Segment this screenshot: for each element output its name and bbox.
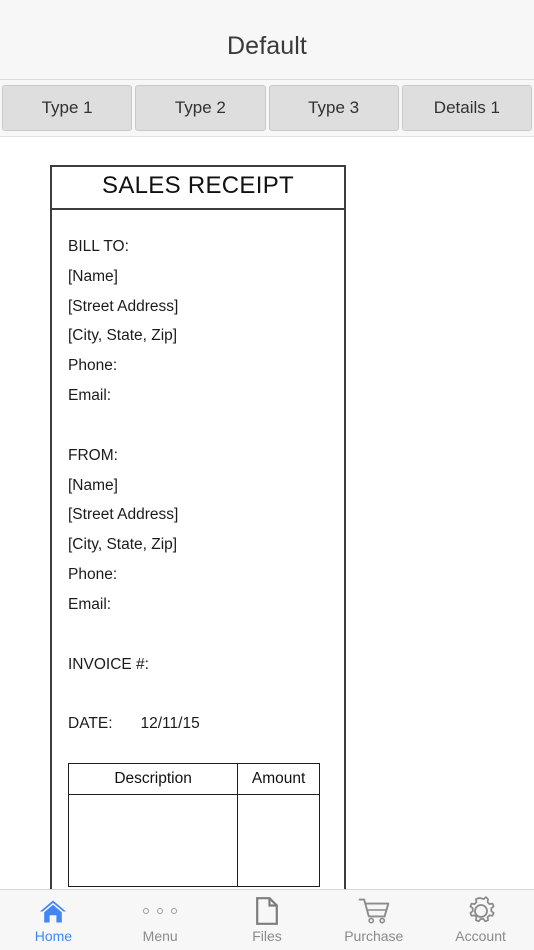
bottom-nav-files[interactable]: Files	[214, 890, 321, 950]
bottom-nav-menu-label: Menu	[142, 928, 178, 944]
bill-to-phone: Phone:	[68, 357, 118, 375]
bottom-tab-bar: Home Menu Files Purchase Account	[0, 889, 534, 950]
bill-to-heading: BILL TO:	[68, 238, 129, 255]
date-row: DATE: 12/11/15	[68, 709, 344, 739]
type-tab-bar: Type 1 Type 2 Type 3 Details 1	[0, 80, 534, 137]
page-title: Default	[227, 32, 307, 60]
receipt-title: SALES RECEIPT	[102, 172, 294, 199]
bottom-nav-home-label: Home	[34, 928, 73, 944]
date-value: 12/11/15	[140, 715, 200, 733]
tab-type-1[interactable]: Type 1	[2, 85, 133, 131]
sales-receipt-document: SALES RECEIPT BILL TO: [Name] [Street Ad…	[50, 165, 346, 889]
bottom-nav-account[interactable]: Account	[427, 890, 534, 950]
table-row[interactable]	[67, 794, 320, 888]
menu-dots-icon	[143, 896, 178, 926]
tab-type-2[interactable]: Type 2	[135, 85, 266, 131]
from-city-state-zip: [City, State, Zip]	[68, 536, 178, 554]
column-header-description: Description	[67, 763, 239, 796]
bottom-nav-files-label: Files	[252, 928, 282, 944]
from-phone: Phone:	[68, 565, 118, 583]
line-items-table: Description Amount	[67, 763, 320, 888]
app-header: Default	[0, 0, 534, 80]
from-heading: FROM:	[68, 446, 118, 464]
table-header-row: Description Amount	[67, 763, 320, 796]
bill-to-name: [Name]	[68, 267, 118, 285]
from-email: Email:	[68, 595, 112, 613]
receipt-body: BILL TO: [Name] [Street Address] [City, …	[52, 210, 344, 739]
date-label: DATE:	[68, 715, 113, 733]
bottom-nav-purchase[interactable]: Purchase	[320, 890, 427, 950]
file-icon	[256, 896, 278, 926]
bottom-nav-menu[interactable]: Menu	[107, 890, 214, 950]
from-street: [Street Address]	[68, 506, 179, 524]
tab-details-1[interactable]: Details 1	[401, 85, 532, 131]
bill-to-email: Email:	[68, 386, 112, 404]
gear-icon	[466, 896, 496, 926]
from-name: [Name]	[68, 476, 118, 494]
column-header-amount: Amount	[237, 763, 320, 796]
receipt-title-row: SALES RECEIPT	[52, 167, 344, 210]
bill-to-street: [Street Address]	[68, 297, 179, 315]
home-icon	[39, 896, 67, 926]
document-scroll-area[interactable]: SALES RECEIPT BILL TO: [Name] [Street Ad…	[0, 138, 534, 889]
cell-amount[interactable]	[237, 794, 320, 888]
tab-type-3[interactable]: Type 3	[268, 85, 399, 131]
bottom-nav-home[interactable]: Home	[0, 890, 107, 950]
shopping-cart-icon	[358, 896, 390, 926]
bill-to-city-state-zip: [City, State, Zip]	[68, 327, 178, 345]
cell-description[interactable]	[67, 794, 239, 888]
section-gap-3	[68, 679, 344, 709]
section-gap-2	[68, 620, 344, 650]
invoice-number-label: INVOICE #:	[68, 655, 149, 673]
bottom-nav-purchase-label: Purchase	[344, 928, 404, 944]
bottom-nav-account-label: Account	[455, 928, 506, 944]
